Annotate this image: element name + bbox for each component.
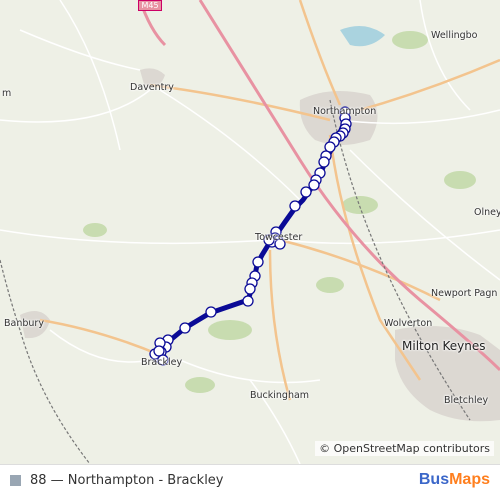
place-label-brackley: Brackley bbox=[141, 357, 183, 368]
bus-stop-marker[interactable] bbox=[244, 283, 256, 295]
bus-stop-marker[interactable] bbox=[308, 179, 320, 191]
bus-stop-marker[interactable] bbox=[300, 186, 312, 198]
place-label-partial: m bbox=[2, 88, 12, 99]
place-label-bletchley: Bletchley bbox=[444, 395, 489, 406]
bus-stop-marker[interactable] bbox=[318, 156, 330, 168]
place-label-newport-pagnell: Newport Pagn bbox=[431, 288, 498, 299]
place-label-buckingham: Buckingham bbox=[250, 390, 310, 401]
place-label-northampton: Northampton bbox=[313, 106, 377, 117]
motorway-label-m45: M45 bbox=[138, 0, 162, 11]
place-label-wolverton: Wolverton bbox=[384, 318, 433, 329]
place-label-olney: Olney bbox=[474, 207, 500, 218]
water bbox=[340, 26, 385, 47]
bus-stop-marker[interactable] bbox=[179, 322, 191, 334]
route-line bbox=[155, 109, 348, 358]
place-label-daventry: Daventry bbox=[130, 82, 174, 93]
railway bbox=[0, 259, 91, 464]
bus-stop-marker[interactable] bbox=[252, 256, 264, 268]
map-attribution[interactable]: © OpenStreetMap contributors bbox=[315, 441, 494, 456]
map-view[interactable]: M45 Wellingbo Daventry Northampton Towce… bbox=[0, 0, 500, 464]
place-label-wellingborough: Wellingbo bbox=[431, 30, 478, 41]
brand-part-maps: Maps bbox=[449, 471, 490, 488]
route-color-swatch bbox=[10, 475, 21, 486]
busmaps-logo[interactable]: BusMaps bbox=[419, 471, 490, 489]
route-label: 88 — Northampton - Brackley bbox=[30, 473, 224, 488]
bus-stop-marker[interactable] bbox=[242, 295, 254, 307]
brand-part-bus: Bus bbox=[418, 471, 450, 488]
place-label-towcester: Towcester bbox=[255, 232, 303, 243]
place-label-banbury: Banbury bbox=[4, 318, 44, 329]
footer-bar: 88 — Northampton - Brackley BusMaps bbox=[0, 464, 500, 501]
bus-stop-marker[interactable] bbox=[205, 306, 217, 318]
bus-stop-marker[interactable] bbox=[289, 200, 301, 212]
place-label-milton-keynes: Milton Keynes bbox=[402, 339, 486, 353]
route-stops[interactable] bbox=[149, 106, 352, 366]
